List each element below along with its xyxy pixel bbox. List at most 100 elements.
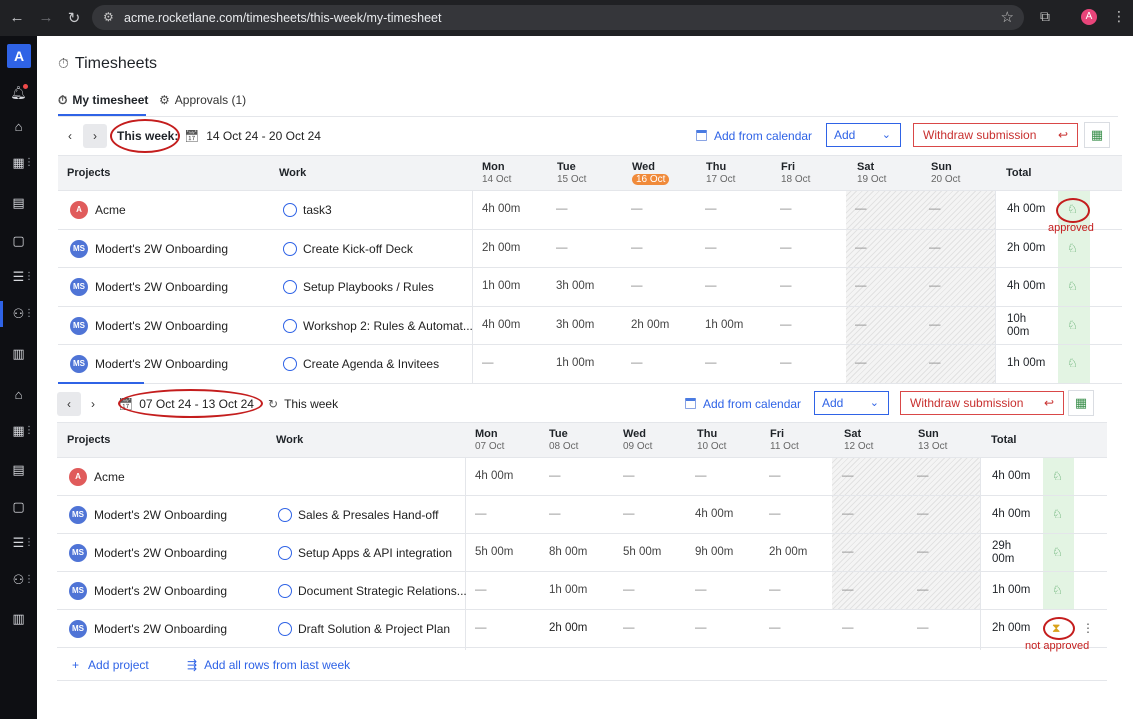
hours-cell[interactable]: 5h 00m <box>475 546 513 558</box>
add-project-link[interactable]: + Add project <box>72 658 149 672</box>
task-status-icon[interactable] <box>283 318 297 333</box>
hours-cell[interactable]: — <box>556 242 568 254</box>
hours-cell[interactable]: — <box>855 203 867 215</box>
hours-cell[interactable]: — <box>623 584 635 596</box>
add-dropdown[interactable]: Add ⌄ <box>826 123 901 147</box>
approved-icon[interactable]: ♘ <box>1052 469 1063 483</box>
work-item[interactable]: Draft Solution & Project Plan <box>298 622 450 636</box>
export-sheet-icon[interactable]: ▦ <box>1084 122 1110 148</box>
hours-cell[interactable]: — <box>769 622 781 634</box>
hours-cell[interactable]: 8h 00m <box>549 546 587 558</box>
bookmark-star-icon[interactable]: ☆ <box>1001 8 1014 26</box>
hours-cell[interactable]: 1h 00m <box>482 280 520 292</box>
hours-cell[interactable]: — <box>842 508 854 520</box>
hours-cell[interactable]: 2h 00m <box>482 242 520 254</box>
task-status-icon[interactable] <box>283 203 297 217</box>
home-icon-2[interactable]: ⌂ <box>0 384 37 406</box>
approved-icon[interactable]: ♘ <box>1067 279 1078 293</box>
approved-icon[interactable]: ♘ <box>1052 583 1063 597</box>
hours-cell[interactable]: — <box>623 622 635 634</box>
hours-cell[interactable]: — <box>855 357 867 369</box>
hours-cell[interactable]: — <box>780 357 792 369</box>
hours-cell[interactable]: — <box>475 508 487 520</box>
hours-cell[interactable]: — <box>929 357 941 369</box>
calendar-grid-icon[interactable]: ▦ ⋮ <box>0 152 37 174</box>
table-row[interactable]: MS Modert's 2W Onboarding Create Kick-off … <box>58 230 1122 268</box>
work-item[interactable]: Setup Playbooks / Rules <box>303 280 434 294</box>
task-status-icon[interactable] <box>278 546 292 560</box>
reload-icon[interactable]: ↻ <box>65 9 83 27</box>
approved-icon[interactable]: ♘ <box>1067 241 1078 255</box>
app-logo[interactable]: A <box>7 44 31 68</box>
hours-cell[interactable]: 1h 00m <box>556 357 594 369</box>
hours-cell[interactable]: — <box>549 508 561 520</box>
clipboard-icon[interactable]: ▢ <box>0 230 37 252</box>
export-sheet-icon-2[interactable]: ▦ <box>1068 390 1094 416</box>
hours-cell[interactable]: — <box>705 203 717 215</box>
prev-week-button[interactable]: ‹ <box>58 124 82 148</box>
add-all-rows-link[interactable]: ⇶ Add all rows from last week <box>187 658 350 672</box>
hours-cell[interactable]: — <box>855 242 867 254</box>
hours-cell[interactable]: — <box>780 319 792 331</box>
browser-menu-icon[interactable]: ⋮ <box>1112 8 1126 25</box>
hours-cell[interactable]: — <box>695 470 707 482</box>
hours-cell[interactable]: — <box>769 508 781 520</box>
hours-cell[interactable]: 2h 00m <box>631 319 669 331</box>
hours-cell[interactable]: — <box>475 584 487 596</box>
people-icon-2[interactable]: ⚇ ⋮ <box>0 569 37 591</box>
work-item[interactable]: Create Kick-off Deck <box>303 242 413 256</box>
task-status-icon[interactable] <box>278 508 292 522</box>
hours-cell[interactable]: — <box>631 280 643 292</box>
approved-icon[interactable]: ♘ <box>1067 318 1078 332</box>
hours-cell[interactable]: — <box>842 546 854 558</box>
people-icon[interactable]: ⚇ ⋮ <box>0 303 37 325</box>
extensions-icon[interactable]: ⧉ <box>1040 8 1050 25</box>
hours-cell[interactable]: — <box>623 470 635 482</box>
this-week-button[interactable]: ↻ This week <box>268 397 338 411</box>
task-status-icon[interactable] <box>278 584 292 598</box>
week1-date-range[interactable]: 📅︎ 14 Oct 24 - 20 Oct 24 <box>184 129 321 143</box>
work-item[interactable]: Sales & Presales Hand-off <box>298 508 439 522</box>
hours-cell[interactable]: — <box>623 508 635 520</box>
clipboard-icon-2[interactable]: ▢ <box>0 496 37 518</box>
table-row[interactable]: MS Modert's 2W Onboarding Workshop 2: Rule… <box>58 307 1122 345</box>
hours-cell[interactable]: 4h 00m <box>695 508 733 520</box>
table-row[interactable]: A Acme 4h 00m — — — — — — 4h 00m ♘ <box>57 458 1107 496</box>
tab-approvals[interactable]: ⚙ Approvals (1) <box>159 93 246 107</box>
add-dropdown-2[interactable]: Add ⌄ <box>814 391 889 415</box>
hours-cell[interactable]: — <box>695 584 707 596</box>
forward-icon[interactable]: → <box>37 9 55 26</box>
hours-cell[interactable]: — <box>929 280 941 292</box>
hours-cell[interactable]: — <box>917 508 929 520</box>
work-item[interactable]: task3 <box>303 203 332 217</box>
table-icon[interactable]: ▥ <box>0 343 37 365</box>
hours-cell[interactable]: — <box>705 280 717 292</box>
hours-cell[interactable]: — <box>929 319 941 331</box>
hours-cell[interactable]: — <box>842 584 854 596</box>
approved-icon[interactable]: ♘ <box>1052 507 1063 521</box>
hours-cell[interactable]: 3h 00m <box>556 319 594 331</box>
table-row[interactable]: MS Modert's 2W Onboarding Create Agenda & … <box>58 345 1122 384</box>
hours-cell[interactable]: — <box>769 584 781 596</box>
hours-cell[interactable]: — <box>842 470 854 482</box>
profile-avatar[interactable]: A <box>1081 9 1097 25</box>
next-week-button[interactable]: › <box>83 124 107 148</box>
hours-cell[interactable]: 1h 00m <box>549 584 587 596</box>
documents-icon-2[interactable]: ▤ <box>0 459 37 481</box>
hours-cell[interactable]: 2h 00m <box>769 546 807 558</box>
hours-cell[interactable]: — <box>705 357 717 369</box>
hours-cell[interactable]: — <box>929 203 941 215</box>
hours-cell[interactable]: 4h 00m <box>482 203 520 215</box>
hours-cell[interactable]: — <box>549 470 561 482</box>
work-item[interactable]: Workshop 2: Rules & Automat... <box>303 319 473 333</box>
hours-cell[interactable]: — <box>929 242 941 254</box>
table-row[interactable]: MS Modert's 2W Onboarding Document Strateg… <box>57 572 1107 610</box>
row-menu-icon[interactable]: ⋮ <box>1082 621 1094 635</box>
withdraw-submission-button[interactable]: Withdraw submission ↩ <box>913 123 1078 147</box>
hours-cell[interactable]: — <box>855 280 867 292</box>
hours-cell[interactable]: 3h 00m <box>556 280 594 292</box>
table-row[interactable]: A Acme task3 4h 00m — — — — — —4h 00m ♘ <box>58 191 1122 230</box>
table-icon-2[interactable]: ▥ <box>0 608 37 630</box>
hours-cell[interactable]: — <box>482 357 494 369</box>
approved-icon[interactable]: ♘ <box>1052 545 1063 559</box>
